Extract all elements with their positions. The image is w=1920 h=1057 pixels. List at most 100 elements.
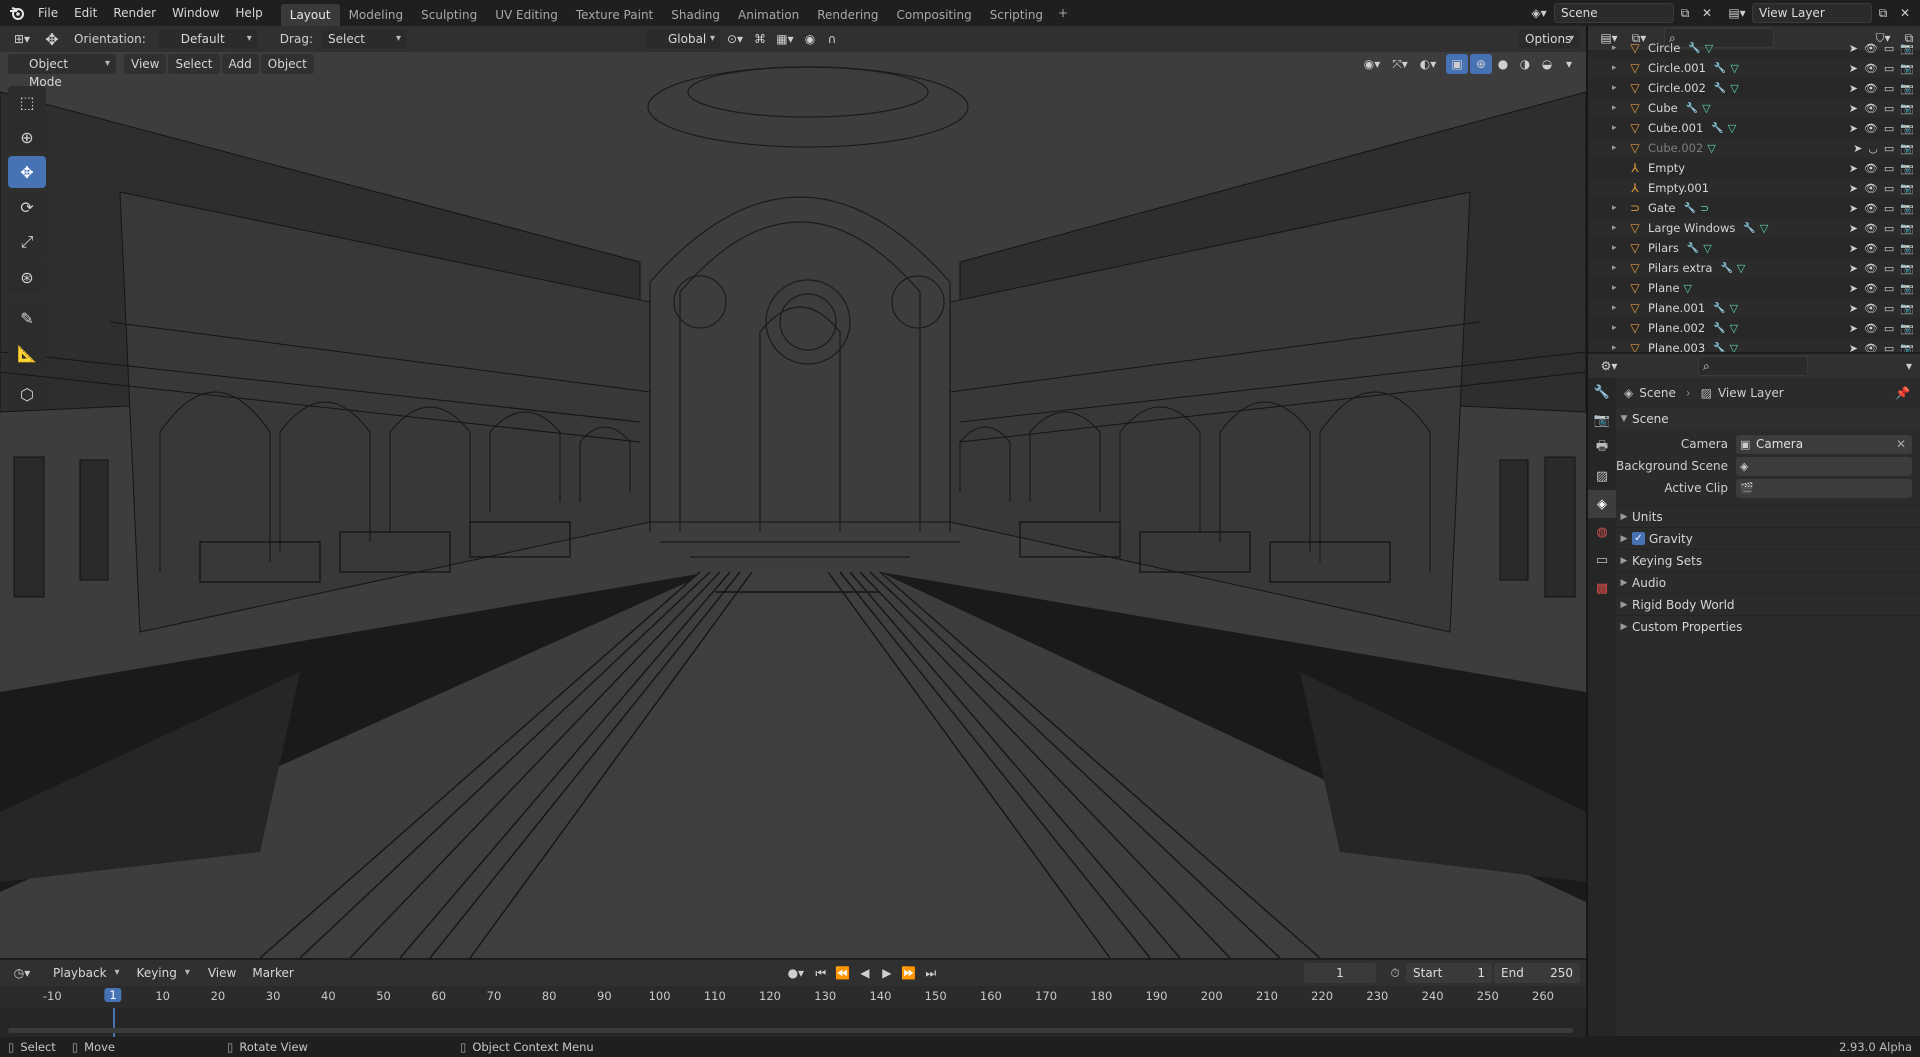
snap-icon[interactable]: ⌘	[749, 29, 771, 49]
outliner-item[interactable]: ⅄ Empty.001 ➤ 👁 ▭ 📷	[1588, 178, 1920, 198]
properties-search-input[interactable]: ⌕	[1698, 356, 1808, 376]
eye-icon[interactable]: 👁	[1864, 62, 1878, 75]
selectable-icon[interactable]: ➤	[1849, 102, 1858, 115]
monitor-icon[interactable]: ▭	[1884, 342, 1894, 353]
selectable-icon[interactable]: ➤	[1849, 302, 1858, 315]
expand-arrow-icon[interactable]: ▸	[1612, 303, 1626, 313]
viewport-menu-select[interactable]: Select	[168, 54, 220, 74]
scene-panel-header[interactable]: ▼ Scene	[1616, 408, 1920, 430]
timeline-menu-playback[interactable]: Playback	[46, 963, 126, 983]
modifier-icon[interactable]: 🔧	[1684, 203, 1696, 214]
monitor-icon[interactable]: ▭	[1884, 302, 1894, 315]
camera-icon[interactable]: 📷	[1900, 262, 1914, 275]
eye-icon[interactable]: 👁	[1864, 222, 1878, 235]
menu-render[interactable]: Render	[105, 0, 164, 26]
modifier-icon[interactable]: 🔧	[1687, 243, 1699, 254]
camera-icon[interactable]: 📷	[1900, 322, 1914, 335]
solid-shading-icon[interactable]: ●	[1492, 54, 1514, 74]
selectable-icon[interactable]: ➤	[1853, 142, 1862, 155]
viewport-menu-object[interactable]: Object	[260, 54, 314, 74]
scene-tab-icon[interactable]: ◈	[1588, 490, 1616, 518]
properties-options-icon[interactable]: ▾	[1898, 356, 1920, 376]
expand-arrow-icon[interactable]: ▸	[1612, 283, 1626, 293]
eye-icon[interactable]: 👁	[1864, 102, 1878, 115]
delete-view-layer-icon[interactable]: ✕	[1894, 3, 1916, 23]
eye-icon[interactable]: 👁	[1864, 322, 1878, 335]
expand-arrow-icon[interactable]: ▸	[1612, 63, 1626, 73]
selectable-icon[interactable]: ➤	[1849, 62, 1858, 75]
panel-keying-sets[interactable]: ▶ Keying Sets	[1616, 549, 1920, 571]
tab-uv-editing[interactable]: UV Editing	[486, 4, 567, 26]
new-view-layer-icon[interactable]: ⧉	[1872, 3, 1894, 23]
end-frame-field[interactable]: End 250	[1494, 963, 1580, 983]
jump-end-icon[interactable]: ⏭	[920, 963, 942, 983]
snap-target-icon[interactable]: ▦▾	[771, 29, 799, 49]
selectable-icon[interactable]: ➤	[1849, 262, 1858, 275]
eye-icon[interactable]: 👁	[1864, 42, 1878, 55]
jump-start-icon[interactable]: ⏮	[810, 963, 832, 983]
proportional-edit-icon[interactable]: ◉	[799, 29, 821, 49]
transform-icon[interactable]: ⊛	[8, 261, 46, 293]
3d-viewport[interactable]: Object Mode ViewSelectAddObject ◉▾ ⤧▾ ◐▾…	[0, 52, 1586, 958]
visibility-icon[interactable]: ◉▾	[1358, 54, 1386, 74]
tab-compositing[interactable]: Compositing	[887, 4, 980, 26]
property-value-field[interactable]: 🎬	[1736, 478, 1912, 498]
current-frame-field[interactable]: 1	[1304, 963, 1376, 983]
selectable-icon[interactable]: ➤	[1849, 162, 1858, 175]
collection-tab-icon[interactable]: ▭	[1588, 546, 1616, 574]
mesh-data-icon[interactable]: ▽	[1707, 142, 1715, 155]
monitor-icon[interactable]: ▭	[1884, 182, 1894, 195]
outliner-item[interactable]: ▸ ⊃ Gate 🔧 ⊃ ➤ 👁 ▭ 📷	[1588, 198, 1920, 218]
add-workspace-icon[interactable]: +	[1052, 3, 1074, 23]
selectable-icon[interactable]: ➤	[1849, 322, 1858, 335]
outliner-item[interactable]: ▸ ▽ Plane.003 🔧 ▽ ➤ 👁 ▭ 📷	[1588, 338, 1920, 352]
properties-editor-type-icon[interactable]: ⚙▾	[1594, 356, 1624, 376]
eye-icon[interactable]: 👁	[1864, 282, 1878, 295]
eye-icon[interactable]: 👁	[1864, 262, 1878, 275]
mesh-data-icon[interactable]: ▽	[1728, 122, 1736, 135]
scene-icon[interactable]: ◈▾	[1524, 3, 1554, 23]
render-tab-icon[interactable]: 📷	[1588, 406, 1616, 434]
jump-next-keyframe-icon[interactable]: ⏩	[898, 963, 920, 983]
tool-tab-icon[interactable]: 🔧	[1588, 378, 1616, 406]
mesh-data-icon[interactable]: ▽	[1730, 82, 1738, 95]
expand-arrow-icon[interactable]: ▸	[1612, 123, 1626, 133]
viewport-menu-view[interactable]: View	[124, 54, 167, 74]
timeline-scrollbar[interactable]	[8, 1028, 1573, 1033]
outliner-item[interactable]: ▸ ▽ Pilars 🔧 ▽ ➤ 👁 ▭ 📷	[1588, 238, 1920, 258]
eye-icon[interactable]: 👁	[1864, 242, 1878, 255]
eye-icon[interactable]: 👁	[1864, 302, 1878, 315]
mesh-data-icon[interactable]: ▽	[1684, 282, 1692, 295]
camera-icon[interactable]: 📷	[1900, 62, 1914, 75]
panel-rigid-body-world[interactable]: ▶ Rigid Body World	[1616, 593, 1920, 615]
editor-type-icon[interactable]: ⊞▾	[6, 29, 38, 49]
xray-icon[interactable]: ▣	[1446, 54, 1468, 74]
tab-scripting[interactable]: Scripting	[981, 4, 1052, 26]
gravity-checkbox[interactable]: ✓	[1632, 532, 1645, 545]
pin-icon[interactable]: 📌	[1895, 386, 1910, 400]
mesh-data-icon[interactable]: ▽	[1760, 222, 1768, 235]
panel-units[interactable]: ▶ Units	[1616, 505, 1920, 527]
view-layer-tab-icon[interactable]: ▨	[1588, 462, 1616, 490]
monitor-icon[interactable]: ▭	[1884, 122, 1894, 135]
monitor-icon[interactable]: ▭	[1884, 62, 1894, 75]
modifier-icon[interactable]: 🔧	[1713, 343, 1725, 353]
timeline-menu-marker[interactable]: Marker	[244, 960, 301, 986]
selectable-icon[interactable]: ➤	[1849, 122, 1858, 135]
camera-icon[interactable]: 📷	[1900, 182, 1914, 195]
wireframe-shading-icon[interactable]: ⊕	[1470, 54, 1492, 74]
modifier-icon[interactable]: 🔧	[1714, 83, 1726, 94]
property-value-field[interactable]: ▣ Camera ✕	[1736, 434, 1912, 454]
outliner-item[interactable]: ▸ ▽ Circle.002 🔧 ▽ ➤ 👁 ▭ 📷	[1588, 78, 1920, 98]
eye-icon[interactable]: 👁	[1864, 162, 1878, 175]
gizmo-icon[interactable]: ⤧▾	[1386, 54, 1414, 74]
outliner-item[interactable]: ▸ ▽ Cube.001 🔧 ▽ ➤ 👁 ▭ 📷	[1588, 118, 1920, 138]
monitor-icon[interactable]: ▭	[1884, 202, 1894, 215]
transform-orientation-dropdown[interactable]: Global	[644, 29, 721, 49]
new-scene-icon[interactable]: ⧉	[1674, 3, 1696, 23]
outliner-item[interactable]: ▸ ▽ Cube.002 ▽ ➤ ◡ ▭ 📷	[1588, 138, 1920, 158]
texture-tab-icon[interactable]: ▩	[1588, 574, 1616, 602]
expand-arrow-icon[interactable]: ▸	[1612, 243, 1626, 253]
shading-options-icon[interactable]: ▾	[1558, 54, 1580, 74]
monitor-icon[interactable]: ▭	[1884, 142, 1894, 155]
